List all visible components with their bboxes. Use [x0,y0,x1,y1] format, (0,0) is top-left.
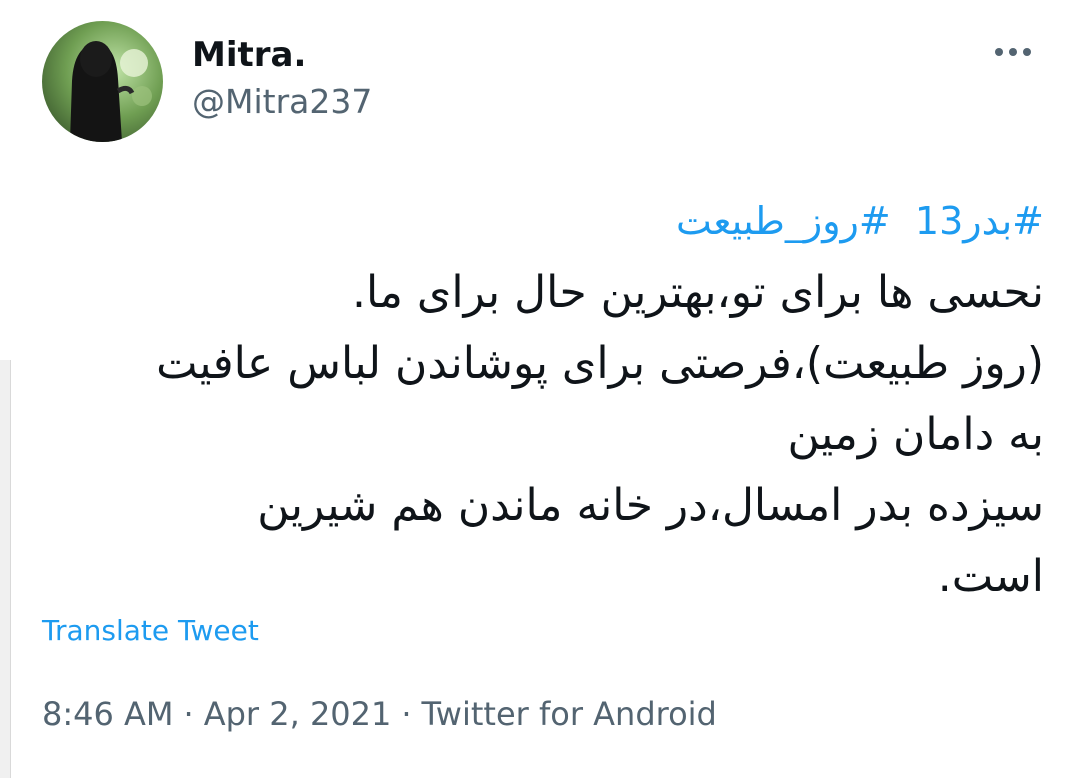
tweet-line: به دامان زمین [787,409,1044,460]
separator: · [183,695,194,733]
translate-tweet-link[interactable]: Translate Tweet [42,613,259,649]
tweet-line: سیزده بدر امسال،در خانه ماندن هم شیرین [257,480,1044,531]
tweet-source[interactable]: Twitter for Android [422,695,717,733]
tweet-line: است. [937,551,1044,602]
hashtag-badr13[interactable]: #بدر13 [915,199,1044,243]
tweet-metadata: 8:46 AM · Apr 2, 2021 · Twitter for Android [42,694,717,734]
hashtag-line: #بدر13 #روز_طبیعت [100,186,1044,257]
separator: · [401,695,412,733]
tweet-date[interactable]: Apr 2, 2021 [204,695,392,733]
display-name[interactable]: Mitra. [192,33,306,77]
tweet-text: #بدر13 #روز_طبیعت نحسی ها برای تو،بهترین… [100,186,1044,612]
more-options-button[interactable] [990,34,1036,70]
tweet-time[interactable]: 8:46 AM [42,695,174,733]
more-horizontal-icon [995,48,1031,56]
avatar[interactable] [42,21,163,142]
user-handle[interactable]: @Mitra237 [192,82,372,122]
hashtag-ruz-tabiat[interactable]: #روز_طبیعت [676,199,891,243]
tweet-line: نحسی ها برای تو،بهترین حال برای ما. [351,267,1044,318]
tweet-line: (روز طبیعت)،فرصتی برای پوشاندن لباس عافی… [156,338,1044,389]
left-edge-scrollbar [0,360,11,778]
